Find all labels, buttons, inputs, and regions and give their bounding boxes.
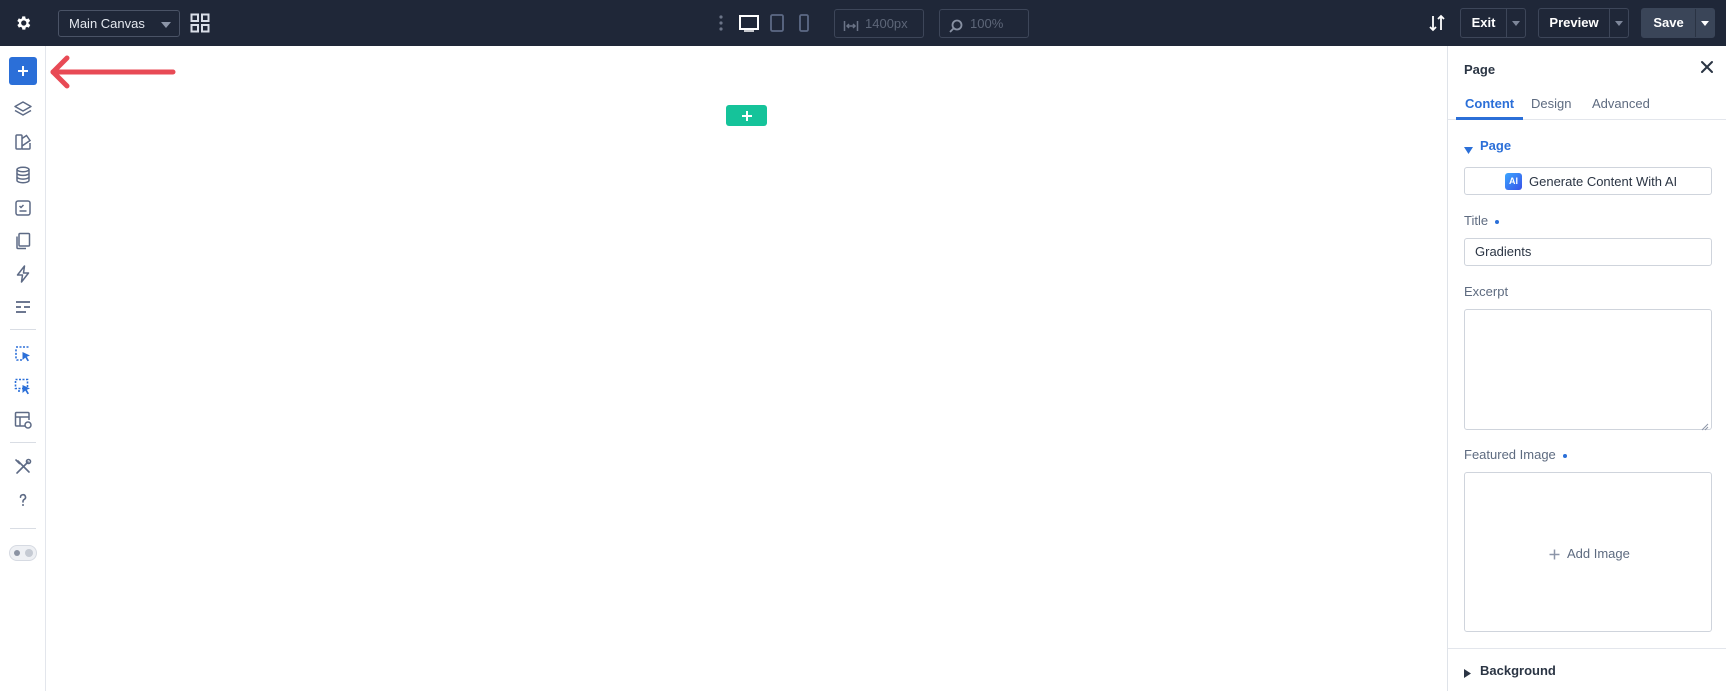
- database-icon[interactable]: [12, 164, 34, 186]
- more-vertical-icon[interactable]: [716, 14, 726, 32]
- title-label: Title: [1464, 213, 1500, 228]
- generate-ai-button[interactable]: AI Generate Content With AI: [1464, 167, 1712, 195]
- exit-button[interactable]: Exit: [1460, 8, 1526, 38]
- settings-sliders-icon[interactable]: [12, 296, 34, 318]
- chevron-down-icon: [161, 22, 171, 28]
- toggle-knob: [25, 549, 33, 557]
- featured-image-label-text: Featured Image: [1464, 447, 1556, 462]
- canvas-select-value: Main Canvas: [69, 16, 145, 31]
- left-sidebar: [0, 46, 46, 691]
- lightning-icon[interactable]: [12, 263, 34, 285]
- canvas-width-value: 1400px: [865, 16, 908, 31]
- section-background-label: Background: [1480, 663, 1556, 678]
- excerpt-textarea[interactable]: [1464, 309, 1712, 431]
- layers-icon[interactable]: [12, 98, 34, 120]
- style-icon[interactable]: [12, 131, 34, 153]
- template-icon[interactable]: [12, 197, 34, 219]
- panel-divider: [1448, 648, 1726, 649]
- exit-button-label: Exit: [1471, 15, 1496, 30]
- plus-icon: [18, 66, 28, 76]
- featured-image-dropzone[interactable]: Add Image: [1464, 472, 1712, 632]
- zoom-value: 100%: [970, 16, 1004, 31]
- panel-title: Page: [1464, 62, 1496, 77]
- save-dropdown-chevron-icon[interactable]: [1695, 9, 1714, 37]
- ai-badge-icon: AI: [1505, 173, 1522, 190]
- active-tab-indicator: [1456, 117, 1523, 120]
- tab-content[interactable]: Content: [1465, 96, 1514, 111]
- resize-grip-icon[interactable]: [1701, 419, 1709, 431]
- settings-panel: Page Content Design Advanced Page AI Gen…: [1447, 46, 1726, 691]
- sidebar-divider: [10, 329, 36, 330]
- zoom-field[interactable]: 100%: [939, 9, 1029, 38]
- caret-down-icon: [1464, 142, 1473, 157]
- sidebar-divider: [10, 442, 36, 443]
- help-icon[interactable]: [12, 489, 34, 511]
- pages-icon[interactable]: [12, 230, 34, 252]
- theme-toggle-icon[interactable]: [9, 545, 37, 561]
- section-page-label: Page: [1480, 138, 1512, 153]
- sort-arrows-icon[interactable]: [1427, 13, 1447, 33]
- title-label-text: Title: [1464, 213, 1489, 228]
- save-button[interactable]: Save: [1641, 8, 1715, 38]
- red-arrow-annotation-icon: [49, 54, 177, 92]
- width-arrows-icon: [843, 16, 859, 32]
- tab-advanced[interactable]: Advanced: [1592, 96, 1650, 111]
- settings-gear-icon[interactable]: [12, 12, 34, 34]
- featured-image-label: Featured Image: [1464, 447, 1567, 462]
- required-dot-icon: [1495, 219, 1500, 224]
- excerpt-label: Excerpt: [1464, 284, 1509, 299]
- grid-layout-icon[interactable]: [190, 13, 210, 33]
- select-multiple-icon[interactable]: [12, 376, 34, 398]
- desktop-view-icon[interactable]: [738, 13, 760, 33]
- preview-dropdown-chevron-icon[interactable]: [1609, 9, 1628, 37]
- plus-icon: [741, 110, 752, 121]
- generate-ai-label: Generate Content With AI: [1529, 174, 1678, 189]
- title-field[interactable]: Gradients: [1464, 238, 1712, 266]
- close-icon[interactable]: [1700, 60, 1714, 74]
- sidebar-divider: [10, 528, 36, 529]
- preview-button[interactable]: Preview: [1538, 8, 1629, 38]
- tab-design[interactable]: Design: [1531, 96, 1571, 111]
- preview-button-label: Preview: [1549, 15, 1599, 30]
- add-element-button[interactable]: [9, 57, 37, 85]
- select-element-icon[interactable]: [12, 343, 34, 365]
- builder-canvas[interactable]: [47, 46, 1447, 691]
- top-toolbar: Main Canvas 1400px 100% Exit Preview Sav…: [0, 0, 1726, 46]
- toggle-dot: [14, 550, 20, 556]
- layout-settings-icon[interactable]: [12, 409, 34, 431]
- magnifier-icon: [948, 16, 964, 33]
- canvas-select[interactable]: Main Canvas: [58, 10, 180, 37]
- mobile-view-icon[interactable]: [796, 13, 812, 33]
- add-section-button[interactable]: [726, 105, 767, 126]
- title-field-value: Gradients: [1475, 244, 1532, 259]
- tools-icon[interactable]: [12, 456, 34, 478]
- required-dot-icon: [1562, 453, 1567, 458]
- add-image-label: Add Image: [1567, 546, 1630, 561]
- tablet-view-icon[interactable]: [768, 13, 786, 33]
- save-button-label: Save: [1653, 15, 1684, 30]
- canvas-width-field[interactable]: 1400px: [834, 9, 924, 38]
- caret-right-icon: [1464, 666, 1471, 681]
- plus-icon: [1549, 548, 1560, 560]
- panel-tabs: Content Design Advanced: [1448, 88, 1726, 120]
- exit-dropdown-chevron-icon[interactable]: [1506, 9, 1525, 37]
